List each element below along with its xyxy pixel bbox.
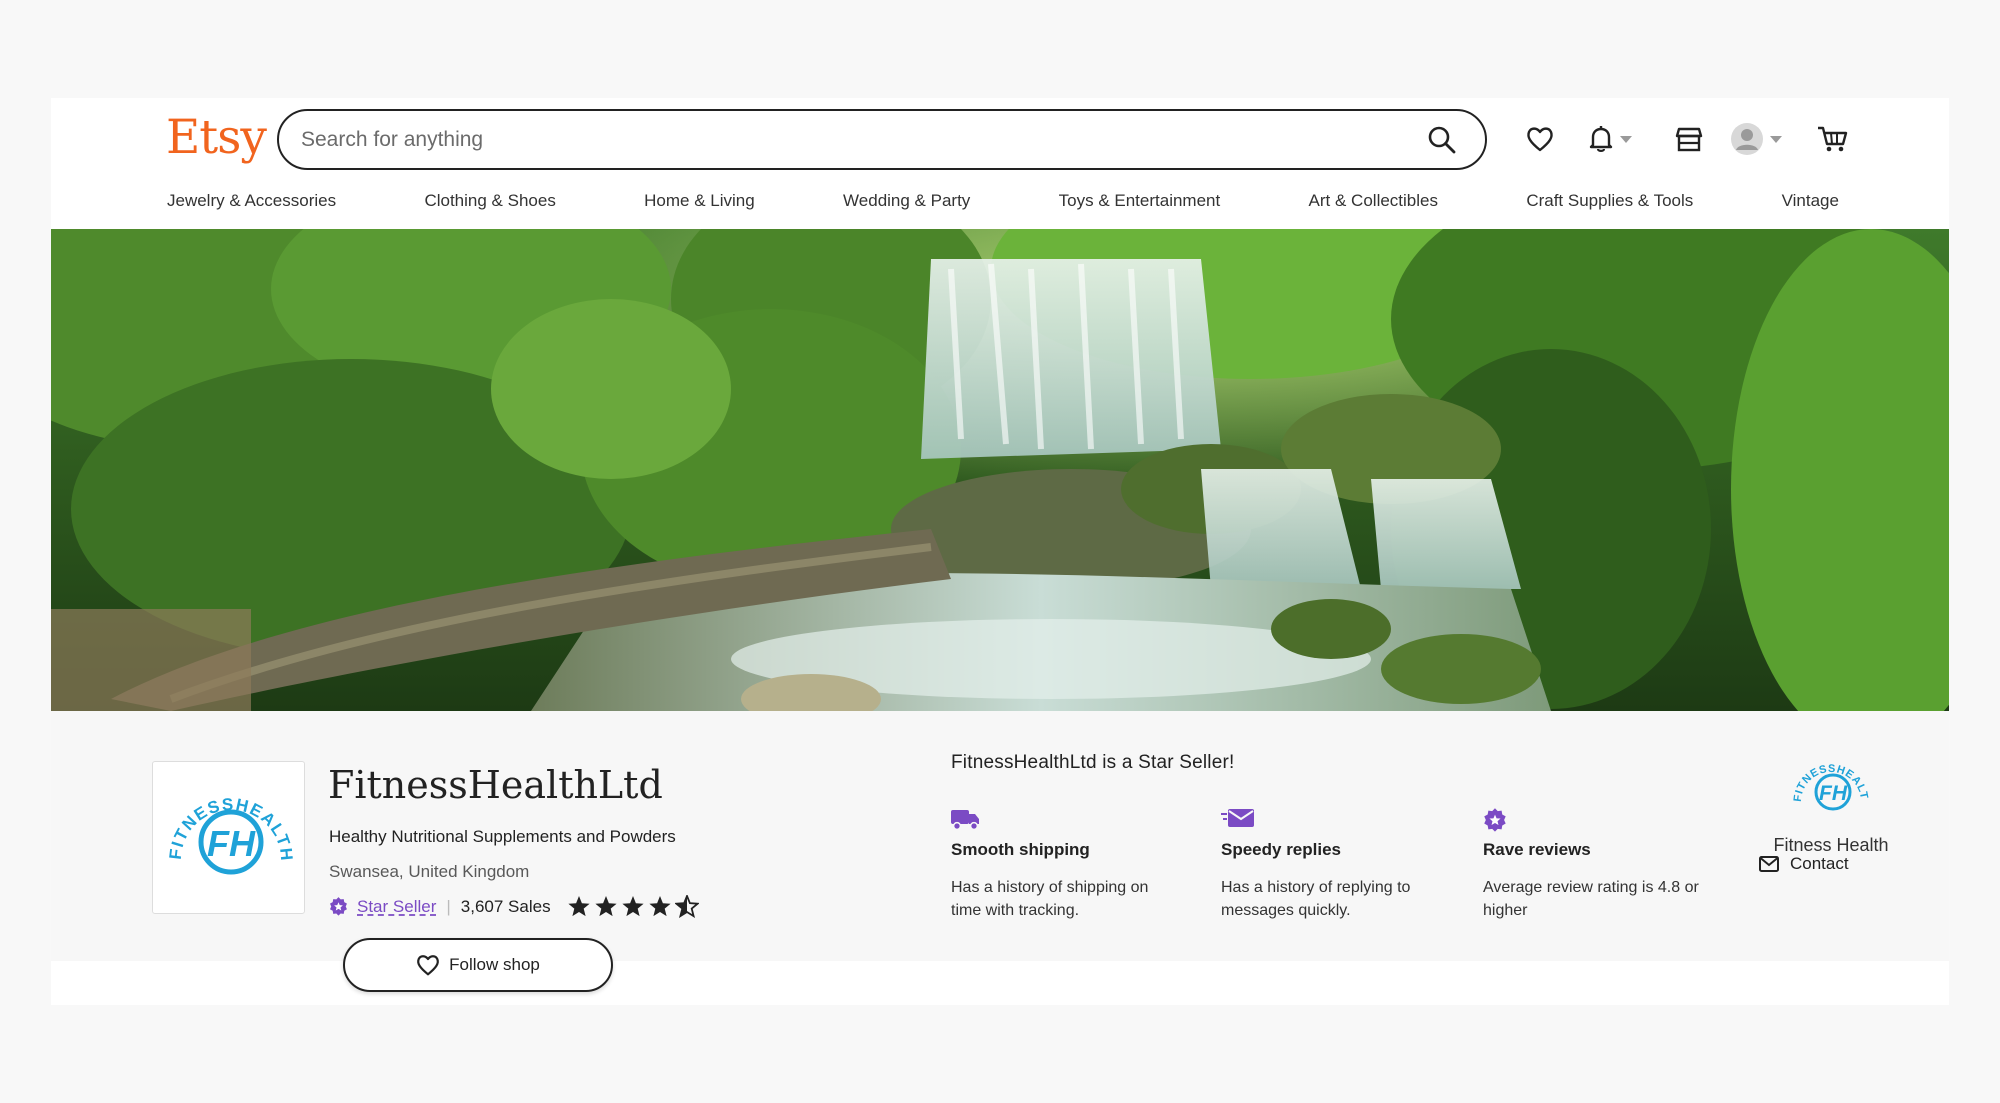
star-icon xyxy=(594,896,617,917)
category-home-living[interactable]: Home & Living xyxy=(644,191,755,211)
category-jewelry-accessories[interactable]: Jewelry & Accessories xyxy=(167,191,336,211)
feature-smooth-shipping: Smooth shipping Has a history of shippin… xyxy=(951,808,1181,922)
star-seller-link[interactable]: Star Seller xyxy=(357,897,436,917)
follow-shop-button[interactable]: Follow shop xyxy=(343,938,613,992)
star-badge-icon xyxy=(1484,808,1506,832)
shop-logo[interactable]: FITNESSHEALTH.CO FH xyxy=(152,761,305,914)
search-icon[interactable] xyxy=(1427,125,1457,155)
shop-icon[interactable] xyxy=(1675,122,1703,156)
feature-title: Speedy replies xyxy=(1221,840,1342,859)
shop-logo-monogram: FH xyxy=(207,823,256,864)
etsy-shop-page: Etsy Jewelry & Accessories Clothing & Sh… xyxy=(51,98,1949,1005)
star-icon xyxy=(621,896,644,917)
heart-icon xyxy=(417,955,439,976)
category-clothing-shoes[interactable]: Clothing & Shoes xyxy=(424,191,555,211)
bell-icon xyxy=(1589,126,1613,152)
feature-title: Smooth shipping xyxy=(951,840,1090,859)
search-bar[interactable] xyxy=(277,109,1487,170)
cart-icon[interactable] xyxy=(1817,122,1849,156)
divider: | xyxy=(446,896,451,916)
notifications-button[interactable] xyxy=(1588,122,1632,156)
feature-desc: Has a history of replying to messages qu… xyxy=(1221,879,1411,919)
owner-avatar[interactable]: FITNESSHEALTH.CO FH xyxy=(1786,745,1871,822)
contact-label: Contact xyxy=(1790,854,1849,873)
feature-title: Rave reviews xyxy=(1483,840,1591,859)
shop-tagline: Healthy Nutritional Supplements and Powd… xyxy=(329,827,676,846)
category-nav: Jewelry & Accessories Clothing & Shoes H… xyxy=(167,191,1839,211)
shop-name: FitnessHealthLtd xyxy=(328,763,663,807)
heart-icon[interactable] xyxy=(1526,122,1554,156)
shop-owner: FITNESSHEALTH.CO FH Fitness Health xyxy=(1731,745,1931,856)
shop-info-section: FITNESSHEALTH.CO FH FitnessHealthLtd Hea… xyxy=(51,711,1949,992)
feature-speedy-replies: Speedy replies Has a history of replying… xyxy=(1221,808,1451,922)
category-wedding-party[interactable]: Wedding & Party xyxy=(843,191,970,211)
category-craft-supplies-tools[interactable]: Craft Supplies & Tools xyxy=(1526,191,1693,211)
rating-stars[interactable] xyxy=(567,895,702,918)
feature-rave-reviews: Rave reviews Average review rating is 4.… xyxy=(1483,808,1713,922)
star-icon xyxy=(648,896,671,917)
account-menu[interactable] xyxy=(1730,122,1782,156)
avatar-icon xyxy=(1731,123,1763,155)
feature-desc: Average review rating is 4.8 or higher xyxy=(1483,879,1699,919)
shop-meta: Star Seller | 3,607 Sales xyxy=(329,895,702,918)
shop-location: Swansea, United Kingdom xyxy=(329,862,530,881)
etsy-logo[interactable]: Etsy xyxy=(166,110,267,165)
category-art-collectibles[interactable]: Art & Collectibles xyxy=(1309,191,1438,211)
category-toys-entertainment[interactable]: Toys & Entertainment xyxy=(1059,191,1221,211)
follow-shop-label: Follow shop xyxy=(449,955,540,974)
category-vintage[interactable]: Vintage xyxy=(1782,191,1839,211)
feature-desc: Has a history of shipping on time with t… xyxy=(951,879,1149,919)
chevron-down-icon xyxy=(1620,135,1632,143)
mail-icon xyxy=(1759,856,1779,872)
star-seller-badge-icon xyxy=(329,897,347,916)
owner-avatar-monogram: FH xyxy=(1819,782,1848,805)
message-icon xyxy=(1221,809,1254,827)
star-seller-title: FitnessHealthLtd is a Star Seller! xyxy=(951,752,1235,773)
chevron-down-icon xyxy=(1770,135,1782,143)
contact-button[interactable]: Contact xyxy=(1759,854,1849,874)
owner-name: Fitness Health xyxy=(1773,835,1889,855)
half-star-icon xyxy=(674,895,699,918)
star-icon xyxy=(567,896,590,917)
shop-banner-image xyxy=(51,229,1949,711)
truck-icon xyxy=(951,810,979,831)
search-input[interactable] xyxy=(301,123,1401,157)
sales-count: 3,607 Sales xyxy=(460,896,551,916)
